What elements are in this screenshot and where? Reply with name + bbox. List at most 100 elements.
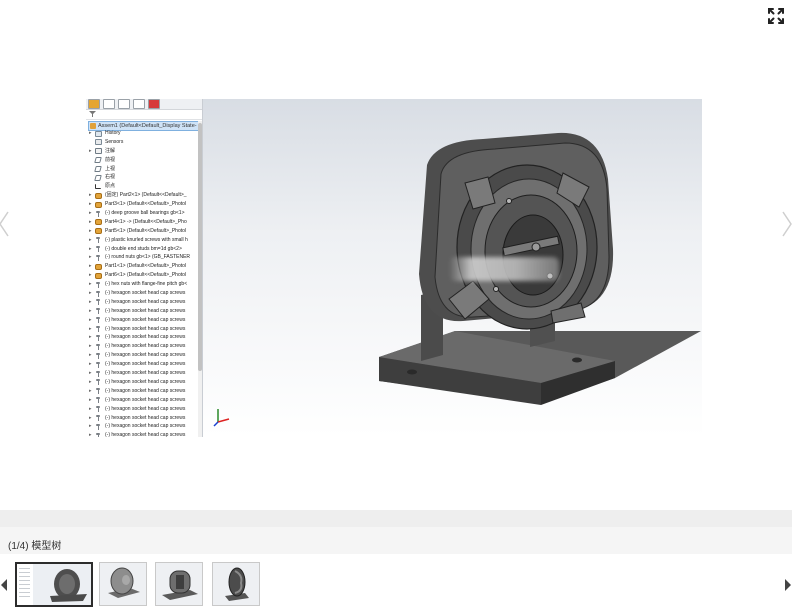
graphics-area[interactable] bbox=[203, 99, 702, 437]
tree-item[interactable]: 上视 bbox=[86, 165, 198, 174]
tree-item[interactable]: ▸ (-) hexagon socket head cap screws bbox=[86, 316, 198, 325]
dimxpert-manager-tab[interactable] bbox=[133, 99, 145, 109]
expand-arrow-icon[interactable]: ▸ bbox=[89, 218, 92, 227]
expand-arrow-icon[interactable]: ▸ bbox=[89, 360, 92, 369]
tree-item[interactable]: ▸ 注解 bbox=[86, 147, 198, 156]
tree-item-label: (-) hex nuts with flange-fine pitch gb< bbox=[105, 281, 188, 288]
expand-arrow-icon[interactable]: ▸ bbox=[89, 369, 92, 378]
thumbnail-prev-button[interactable] bbox=[0, 578, 8, 591]
tree-item[interactable]: ▸ (-) hexagon socket head cap screws bbox=[86, 325, 198, 334]
fullscreen-button[interactable] bbox=[765, 5, 787, 27]
tree-item[interactable]: ▸ (-) hexagon socket head cap screws bbox=[86, 431, 198, 437]
tree-item[interactable]: ▸ (-) hexagon socket head cap screws bbox=[86, 387, 198, 396]
expand-arrow-icon[interactable]: ▸ bbox=[89, 227, 92, 236]
screw-icon bbox=[95, 334, 101, 341]
expand-arrow-icon[interactable]: ▸ bbox=[89, 280, 92, 289]
expand-arrow-icon[interactable]: ▸ bbox=[89, 147, 92, 156]
tree-scroll-thumb[interactable] bbox=[198, 123, 202, 371]
tree-item[interactable]: ▸ (-) hexagon socket head cap screws bbox=[86, 351, 198, 360]
expand-arrow-icon[interactable]: ▸ bbox=[89, 200, 92, 209]
part-icon bbox=[95, 228, 102, 235]
tree-item[interactable]: ▸ History bbox=[86, 129, 198, 138]
expand-arrow-icon[interactable]: ▸ bbox=[89, 316, 92, 325]
tree-item[interactable]: ▸ (-) round nuts gb<1> (GB_FASTENER bbox=[86, 253, 198, 262]
configuration-manager-tab[interactable] bbox=[118, 99, 130, 109]
tree-item[interactable]: 原点 bbox=[86, 182, 198, 191]
tree-item[interactable]: ▸ Part3<1> (Default<<Default>_Photol bbox=[86, 200, 198, 209]
tree-item[interactable]: ▸ (-) hexagon socket head cap screws bbox=[86, 360, 198, 369]
tree-item[interactable]: ▸ Part4<1> -> (Default<<Default>_Pho bbox=[86, 218, 198, 227]
expand-arrow-icon[interactable]: ▸ bbox=[89, 351, 92, 360]
expand-arrow-icon[interactable]: ▸ bbox=[89, 378, 92, 387]
rotor-hub bbox=[531, 242, 541, 252]
tree-item[interactable]: ▸ (-) hexagon socket head cap screws bbox=[86, 378, 198, 387]
expand-arrow-icon[interactable]: ▸ bbox=[89, 289, 92, 298]
annotations-icon bbox=[95, 148, 102, 155]
tree-item[interactable]: Sensors bbox=[86, 138, 198, 147]
tree-item-label: (-) hexagon socket head cap screws bbox=[105, 414, 186, 421]
tree-item[interactable]: ▸ (-) hexagon socket head cap screws bbox=[86, 333, 198, 342]
expand-arrow-icon[interactable]: ▸ bbox=[89, 405, 92, 414]
tree-filter[interactable] bbox=[86, 110, 202, 120]
tree-item-label: (-) round nuts gb<1> (GB_FASTENER bbox=[105, 254, 191, 261]
expand-arrow-icon[interactable]: ▸ bbox=[89, 342, 92, 351]
expand-arrow-icon[interactable]: ▸ bbox=[89, 253, 92, 262]
tree-item-label: (-) hexagon socket head cap screws bbox=[105, 423, 186, 430]
tree-item[interactable]: ▸ (-) plastic knurled screws with small h bbox=[86, 236, 198, 245]
tree-item[interactable]: ▸ (-) double end studs bm=1d gb<2> bbox=[86, 245, 198, 254]
expand-arrow-icon[interactable]: ▸ bbox=[89, 209, 92, 218]
expand-arrow-icon[interactable]: ▸ bbox=[89, 387, 92, 396]
expand-arrow-icon[interactable]: ▸ bbox=[89, 191, 92, 200]
tree-item[interactable]: ▸ (固定) Part2<1> (Default<<Default>_ bbox=[86, 191, 198, 200]
tree-item[interactable]: ▸ (-) hexagon socket head cap screws bbox=[86, 342, 198, 351]
tree-item-label: (-) hexagon socket head cap screws bbox=[105, 387, 186, 394]
expand-arrow-icon[interactable]: ▸ bbox=[89, 333, 92, 342]
thumbnail-next-button[interactable] bbox=[784, 578, 792, 591]
expand-arrow-icon[interactable]: ▸ bbox=[89, 422, 92, 431]
tree-item[interactable]: ▸ Part1<1> (Default<<Default>_Photol bbox=[86, 262, 198, 271]
tree-item[interactable]: ▸ Part6<1> (Default<<Default>_Photol bbox=[86, 271, 198, 280]
tree-item[interactable]: ▸ (-) hex nuts with flange-fine pitch gb< bbox=[86, 280, 198, 289]
tree-item[interactable]: ▸ (-) hexagon socket head cap screws bbox=[86, 396, 198, 405]
tree-scrollbar[interactable] bbox=[198, 121, 202, 437]
tree-item[interactable]: 前视 bbox=[86, 156, 198, 165]
next-image-button[interactable] bbox=[779, 208, 792, 240]
tree-item[interactable]: ▸ (-) hexagon socket head cap screws bbox=[86, 289, 198, 298]
expand-arrow-icon[interactable]: ▸ bbox=[89, 271, 92, 280]
tree-item-label: (-) hexagon socket head cap screws bbox=[105, 307, 186, 314]
tree-item-label: (-) hexagon socket head cap screws bbox=[105, 352, 186, 359]
tree-item[interactable]: ▸ (-) hexagon socket head cap screws bbox=[86, 405, 198, 414]
thumbnail-1[interactable] bbox=[15, 562, 93, 607]
bolt-head bbox=[493, 286, 499, 292]
expand-arrow-icon[interactable]: ▸ bbox=[89, 396, 92, 405]
screw-icon bbox=[95, 246, 101, 253]
tree-item[interactable]: ▸ (-) hexagon socket head cap screws bbox=[86, 414, 198, 423]
tree-item[interactable]: ▸ (-) hexagon socket head cap screws bbox=[86, 369, 198, 378]
tree-item[interactable]: ▸ Part5<1> (Default<<Default>_Photol bbox=[86, 227, 198, 236]
expand-arrow-icon[interactable]: ▸ bbox=[89, 325, 92, 334]
thumbnail-2[interactable] bbox=[99, 562, 147, 606]
expand-arrow-icon[interactable]: ▸ bbox=[89, 129, 92, 138]
tree-item[interactable]: ▸ (-) hexagon socket head cap screws bbox=[86, 298, 198, 307]
property-manager-tab[interactable] bbox=[103, 99, 115, 109]
thumbnail-4[interactable] bbox=[212, 562, 260, 606]
rotor-core bbox=[502, 214, 564, 296]
expand-arrow-icon[interactable]: ▸ bbox=[89, 298, 92, 307]
expand-arrow-icon[interactable]: ▸ bbox=[89, 262, 92, 271]
base-hole-left bbox=[407, 369, 417, 375]
expand-arrow-icon[interactable]: ▸ bbox=[89, 245, 92, 254]
tree-item[interactable]: ▸ (-) deep groove ball bearings gb<1> bbox=[86, 209, 198, 218]
feature-tree-tab[interactable] bbox=[88, 99, 100, 109]
tree-item-label: (-) hexagon socket head cap screws bbox=[105, 343, 186, 350]
thumbnail-3[interactable] bbox=[155, 562, 203, 606]
expand-arrow-icon[interactable]: ▸ bbox=[89, 431, 92, 437]
tree-item[interactable]: 右视 bbox=[86, 173, 198, 182]
previous-image-button[interactable] bbox=[0, 208, 12, 240]
expand-arrow-icon[interactable]: ▸ bbox=[89, 236, 92, 245]
expand-arrow-icon[interactable]: ▸ bbox=[89, 414, 92, 423]
tree-item[interactable]: ▸ (-) hexagon socket head cap screws bbox=[86, 422, 198, 431]
tree-item[interactable]: ▸ (-) hexagon socket head cap screws bbox=[86, 307, 198, 316]
expand-arrow-icon[interactable]: ▸ bbox=[89, 307, 92, 316]
origin-icon bbox=[95, 183, 101, 189]
display-manager-tab[interactable] bbox=[148, 99, 160, 109]
